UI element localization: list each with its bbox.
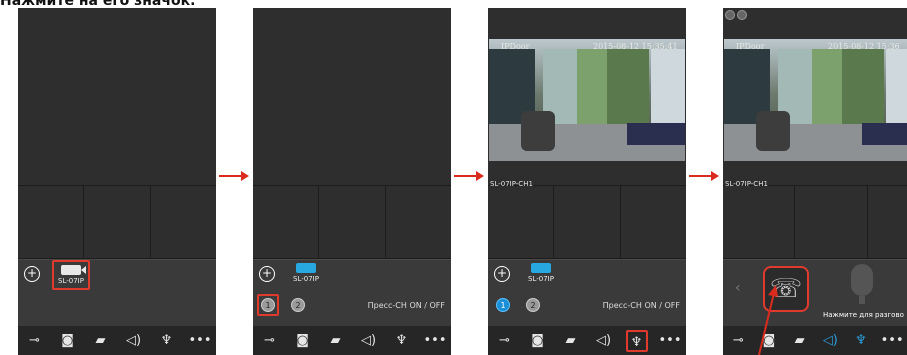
device-label: SL-07IP — [58, 277, 84, 285]
camera-grid — [488, 186, 686, 258]
step-arrow — [219, 170, 249, 182]
record-status-icon — [725, 10, 735, 20]
camera-video-feed[interactable]: IPDoor 2015-08-12 15:35:41 — [489, 39, 685, 161]
record-icon[interactable]: ▰ — [789, 333, 811, 348]
channel-1-button[interactable]: 1 — [496, 298, 510, 312]
grid-cell[interactable] — [385, 186, 451, 258]
camera-icon[interactable]: ◙ — [527, 333, 549, 348]
camera-icon[interactable]: ◙ — [57, 333, 79, 348]
pointer-arrow — [758, 285, 778, 355]
device-panel: + SL-07IP 1 2 Пресс-CH ON / OFF — [488, 259, 686, 326]
key-icon[interactable]: ⊸ — [259, 333, 281, 348]
mic-icon[interactable]: ♆ — [156, 333, 178, 348]
mic-icon[interactable]: ♆ — [625, 329, 648, 352]
record-icon[interactable]: ▰ — [560, 333, 582, 348]
speaker-icon[interactable]: ◁) — [593, 333, 615, 348]
camera-device-icon — [61, 265, 86, 275]
more-icon[interactable]: ••• — [424, 333, 447, 348]
grid-cell[interactable] — [867, 186, 907, 258]
device-label: SL-07IP — [528, 275, 554, 283]
phone-screen-4: IPDoor 2015-08-12 15:36 SL-07IP-CH1 ‹ ☏ … — [723, 8, 907, 355]
channel-2-button[interactable]: 2 — [526, 298, 540, 312]
main-video-view[interactable] — [18, 8, 216, 185]
grid-cell[interactable] — [620, 186, 686, 258]
key-icon[interactable]: ⊸ — [727, 333, 749, 348]
main-video-view[interactable] — [253, 8, 451, 185]
microphone-stand — [859, 296, 865, 304]
key-icon[interactable]: ⊸ — [494, 333, 516, 348]
osd-camera-name: IPDoor — [736, 42, 765, 51]
record-icon[interactable]: ▰ — [90, 333, 112, 348]
mic-status-icon — [737, 10, 747, 20]
bottom-toolbar: ⊸ ◙ ▰ ◁) ♆ ••• — [253, 326, 451, 355]
talk-hint: Нажмите для разгово — [823, 311, 904, 319]
add-device-icon[interactable]: + — [494, 266, 510, 282]
microphone-icon[interactable] — [851, 264, 873, 296]
device-item[interactable]: SL-07IP — [52, 260, 90, 290]
device-panel: + SL-07IP 1 2 Пресс-CH ON / OFF — [253, 259, 451, 326]
grid-cell[interactable] — [150, 186, 216, 258]
camera-icon[interactable]: ◙ — [292, 333, 314, 348]
status-icons — [725, 10, 747, 20]
grid-cell[interactable] — [319, 186, 385, 258]
bottom-toolbar: ⊸ ◙ ▰ ◁) ♆ ••• — [488, 326, 686, 355]
chevron-left-icon[interactable]: ‹ — [735, 280, 741, 296]
camera-grid — [723, 186, 907, 258]
grid-cell[interactable] — [18, 186, 84, 258]
add-device-icon[interactable]: + — [24, 266, 40, 282]
speaker-icon[interactable]: ◁) — [358, 333, 380, 348]
phone-screen-1: + SL-07IP ⊸ ◙ ▰ ◁) ♆ ••• — [18, 8, 216, 355]
step-arrow — [689, 170, 719, 182]
add-device-icon[interactable]: + — [259, 266, 275, 282]
device-item[interactable]: SL-07IP — [522, 260, 560, 290]
speaker-icon[interactable]: ◁) — [819, 333, 841, 348]
more-icon[interactable]: ••• — [881, 333, 904, 348]
bottom-toolbar: ⊸ ◙ ▰ ◁) ♆ ••• — [18, 326, 216, 355]
camera-device-icon — [296, 263, 316, 273]
phone-screen-3: IPDoor 2015-08-12 15:35:41 SL-07IP-CH1 +… — [488, 8, 686, 355]
device-item[interactable]: SL-07IP — [287, 260, 325, 290]
record-icon[interactable]: ▰ — [325, 333, 347, 348]
channel-2-button[interactable]: 2 — [291, 298, 305, 312]
channel-1-button[interactable]: 1 — [261, 298, 275, 312]
camera-video-feed[interactable]: IPDoor 2015-08-12 15:36 — [724, 39, 907, 161]
camera-grid — [18, 186, 216, 258]
camera-device-icon — [531, 263, 551, 273]
grid-cell[interactable] — [554, 186, 620, 258]
mic-icon[interactable]: ♆ — [391, 333, 413, 348]
grid-cell[interactable] — [723, 186, 795, 258]
device-panel: + SL-07IP — [18, 259, 216, 326]
grid-cell[interactable] — [84, 186, 150, 258]
phone-screen-2: + SL-07IP 1 2 Пресс-CH ON / OFF ⊸ ◙ ▰ ◁)… — [253, 8, 451, 355]
grid-cell[interactable] — [795, 186, 867, 258]
mic-icon[interactable]: ♆ — [850, 333, 872, 348]
osd-camera-name: IPDoor — [501, 42, 530, 51]
key-icon[interactable]: ⊸ — [24, 333, 46, 348]
camera-grid — [253, 186, 451, 258]
bottom-toolbar: ⊸ ◙ ▰ ◁) ♆ ••• — [723, 326, 907, 355]
grid-cell[interactable] — [488, 186, 554, 258]
device-label: SL-07IP — [293, 275, 319, 283]
more-icon[interactable]: ••• — [189, 333, 212, 348]
more-icon[interactable]: ••• — [659, 333, 682, 348]
osd-timestamp: 2015-08-12 15:36 — [828, 42, 900, 51]
press-ch-hint: Пресс-CH ON / OFF — [602, 301, 680, 310]
speaker-icon[interactable]: ◁) — [123, 333, 145, 348]
step-arrow — [454, 170, 484, 182]
osd-timestamp: 2015-08-12 15:35:41 — [593, 42, 678, 51]
talk-panel: ‹ ☏ Нажмите для разгово — [723, 259, 907, 326]
grid-cell[interactable] — [253, 186, 319, 258]
press-ch-hint: Пресс-CH ON / OFF — [367, 301, 445, 310]
